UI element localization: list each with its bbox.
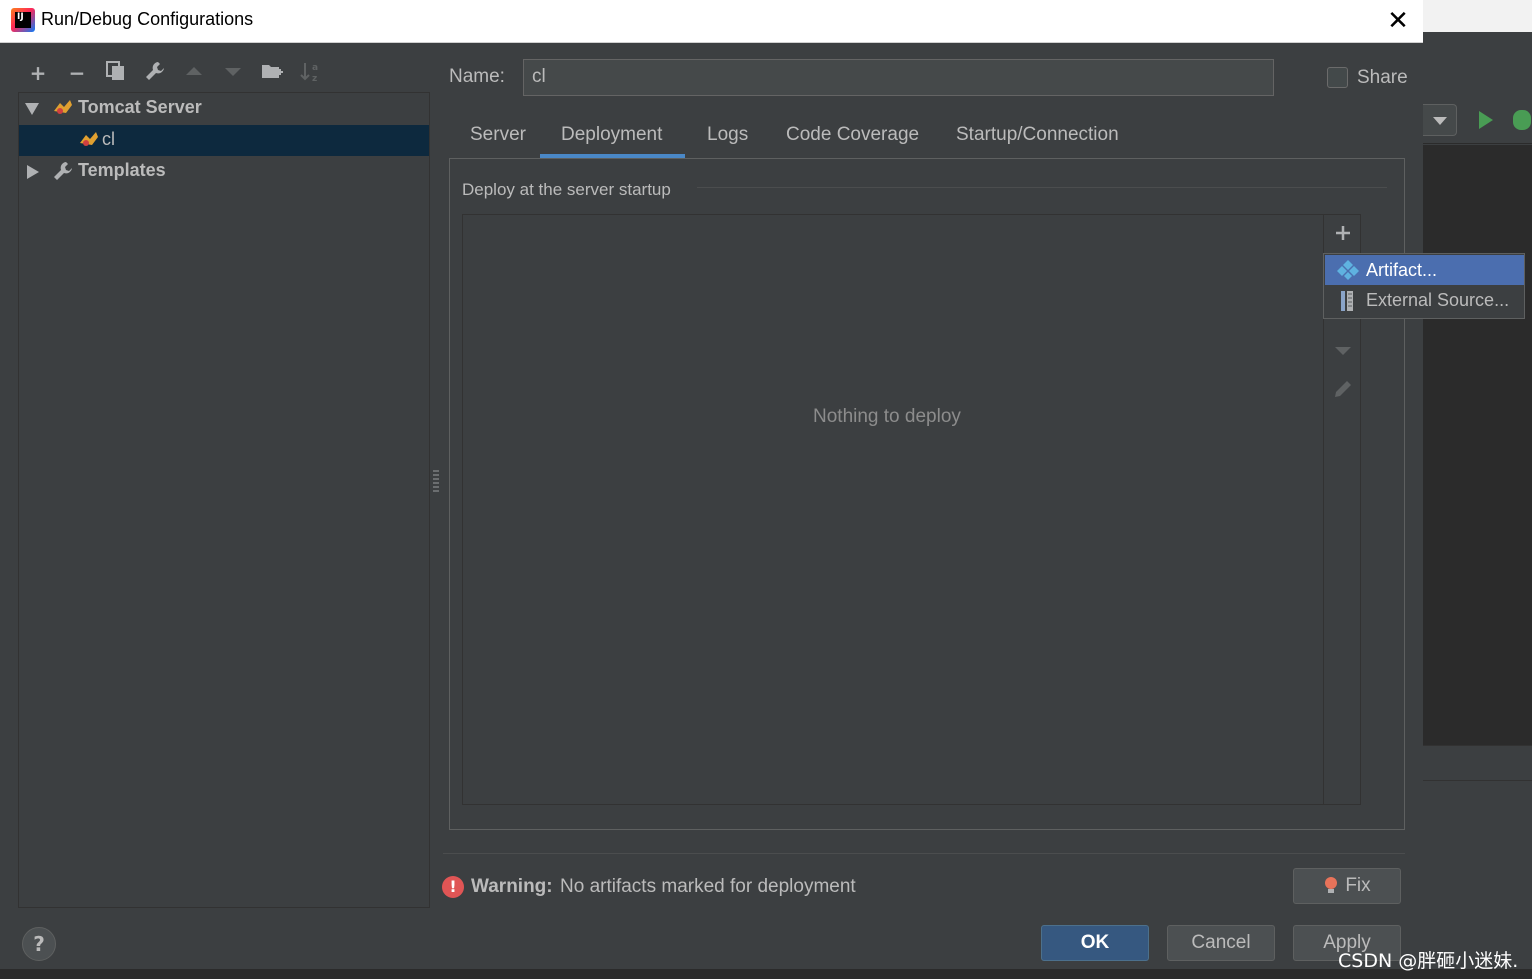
cancel-button[interactable]: Cancel [1167,925,1275,961]
panel-splitter[interactable] [433,470,439,494]
run-debug-dialog: IJ Run/Debug Configurations ✕ + − az Tom… [0,0,1525,979]
tree-item-label: Templates [78,160,166,180]
section-separator [697,187,1387,188]
title-bar: IJ Run/Debug Configurations ✕ [0,0,1423,43]
menu-item-label: Artifact... [1366,260,1438,280]
close-icon: ✕ [1387,6,1409,36]
error-icon: ! [442,876,464,898]
copy-icon[interactable] [103,60,129,86]
tab-code-coverage[interactable]: Code Coverage [786,124,919,146]
window-title: Run/Debug Configurations [41,9,254,29]
svg-text:a: a [312,63,318,73]
edit-icon[interactable] [1331,378,1355,402]
warning-text: No artifacts marked for deployment [560,876,856,897]
add-popup-menu: Artifact... External Source... [1323,253,1525,319]
run-config-dropdown-icon[interactable] [1423,104,1457,136]
fix-label: Fix [1345,875,1371,896]
background-title-area [1423,0,1532,32]
sort-icon[interactable]: az [298,60,324,86]
tree-item-cl[interactable]: cl [19,125,429,156]
move-up-icon[interactable] [181,60,207,86]
menu-item-label: External Source... [1366,290,1510,310]
intellij-idea-icon: IJ [11,8,35,32]
menu-item-artifact[interactable]: Artifact... [1325,255,1524,285]
move-down-icon[interactable] [220,60,246,86]
menu-item-external-source[interactable]: External Source... [1325,285,1524,315]
tree-item-label: cl [102,129,115,149]
tree-item-tomcat-server[interactable]: Tomcat Server [19,93,429,124]
warning-label: Warning: [471,876,553,897]
name-label: Name: [449,66,505,87]
wrench-icon[interactable] [142,60,168,86]
tab-server[interactable]: Server [470,124,526,146]
close-button[interactable]: ✕ [1382,6,1414,36]
help-button[interactable]: ? [22,927,56,961]
external-source-icon [1337,290,1359,311]
new-folder-icon[interactable] [259,60,285,86]
debug-icon[interactable] [1513,110,1531,130]
empty-list-text: Nothing to deploy [813,406,961,427]
warning-separator [443,853,1405,854]
tomcat-config-icon [77,129,101,151]
collapse-arrow-icon[interactable] [27,165,39,179]
wrench-icon [51,160,75,182]
background-toolbar [1423,32,1532,144]
share-checkbox[interactable] [1327,67,1348,88]
tree-item-templates[interactable]: Templates [19,156,429,187]
tab-deployment[interactable]: Deployment [561,124,662,146]
tab-startup-connection[interactable]: Startup/Connection [956,124,1119,146]
fix-button[interactable]: Fix [1293,868,1401,904]
expand-arrow-icon[interactable] [25,103,39,115]
lightbulb-icon [1324,876,1338,896]
deployment-list[interactable] [462,214,1361,805]
configuration-tree: Tomcat Server cl Templates [18,92,430,908]
svg-text:z: z [312,74,317,84]
name-input[interactable]: cl [523,59,1274,96]
artifact-icon [1337,260,1359,280]
tree-item-label: Tomcat Server [78,97,202,117]
bottom-edge [0,969,1532,979]
deploy-section-title: Deploy at the server startup [462,180,671,199]
add-icon[interactable]: + [25,60,51,86]
move-down-icon[interactable] [1331,340,1355,364]
remove-icon[interactable]: − [64,60,90,86]
share-label[interactable]: Share [1357,67,1408,89]
tomcat-icon [51,97,75,119]
tab-logs[interactable]: Logs [707,124,748,146]
watermark: CSDN @胖砸小迷妹. [1338,950,1519,972]
ok-button[interactable]: OK [1041,925,1149,961]
background-ide-window [1423,0,1532,979]
run-icon[interactable] [1479,111,1493,129]
add-icon[interactable] [1331,223,1355,247]
background-editor [1423,145,1532,745]
background-tool-bar [1423,745,1532,781]
